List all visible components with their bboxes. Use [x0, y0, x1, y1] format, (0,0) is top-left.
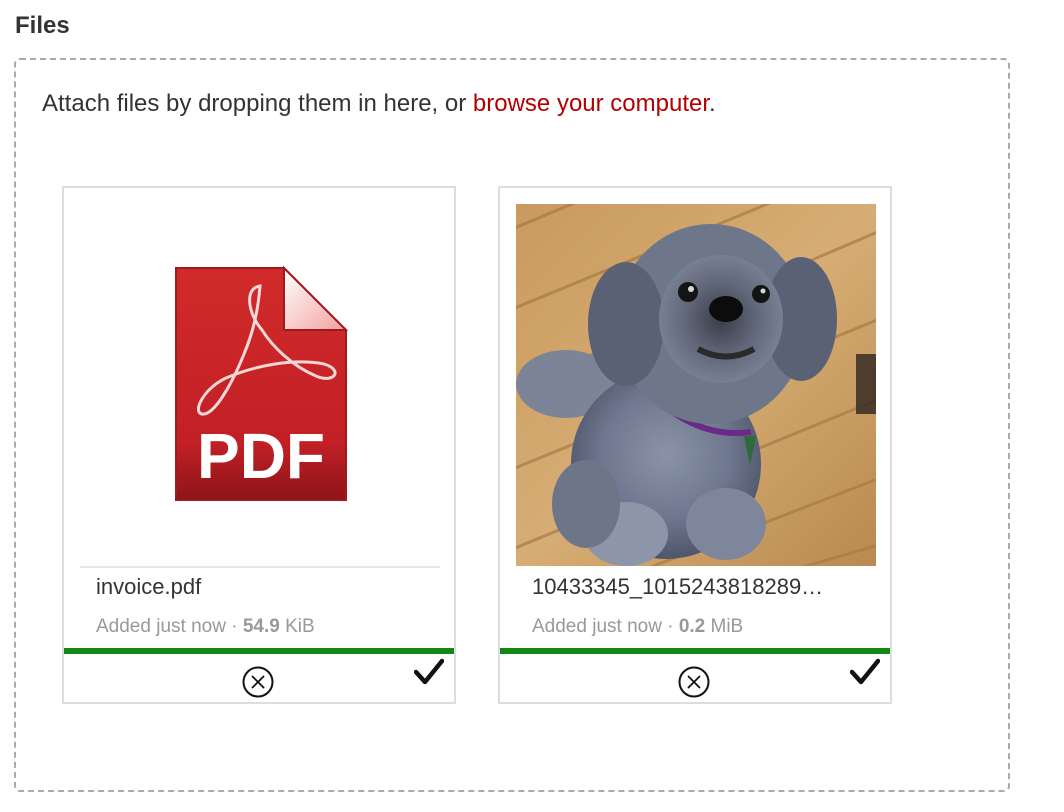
file-card-photo: 10433345_1015243818289… Added just now ·… [498, 186, 892, 704]
upload-progress-fill [500, 648, 890, 654]
file-thumbnail: PDF [80, 204, 440, 568]
file-name: 10433345_1015243818289… [532, 574, 824, 599]
remove-file-button[interactable] [242, 666, 274, 698]
upload-progress-bar [64, 648, 454, 654]
file-size-value: 0.2 [678, 616, 706, 637]
dropzone-text-end: . [709, 90, 716, 117]
check-icon [414, 658, 444, 685]
browse-computer-link[interactable]: browse your computer [473, 90, 709, 117]
file-meta: Added just now · 54.9 KiB [96, 616, 315, 638]
meta-separator: · [661, 616, 679, 637]
files-section-title: Files [15, 12, 70, 39]
remove-file-button[interactable] [678, 666, 710, 698]
dropzone-text: Attach files by dropping them in here, o… [42, 90, 473, 117]
file-card-invoice: PDF invoice.pdf Added just now · 54.9 Ki… [62, 186, 456, 704]
pdf-icon-label: PDF [197, 420, 325, 492]
check-icon [850, 658, 880, 685]
file-size-value: 54.9 [242, 616, 280, 637]
dropzone-instructions: Attach files by dropping them in here, o… [42, 90, 716, 118]
added-time: Added just now [96, 616, 226, 637]
file-name: invoice.pdf [96, 574, 202, 599]
added-time: Added just now [532, 616, 662, 637]
dog-photo-thumbnail [516, 204, 876, 566]
pdf-file-icon: PDF [175, 266, 348, 501]
upload-progress-fill [64, 648, 454, 654]
upload-progress-bar [500, 648, 890, 654]
meta-separator: · [225, 616, 243, 637]
file-thumbnail [516, 204, 876, 566]
file-size-unit: KiB [279, 616, 315, 637]
file-size-unit: MiB [705, 616, 744, 637]
file-meta: Added just now · 0.2 MiB [532, 616, 743, 638]
